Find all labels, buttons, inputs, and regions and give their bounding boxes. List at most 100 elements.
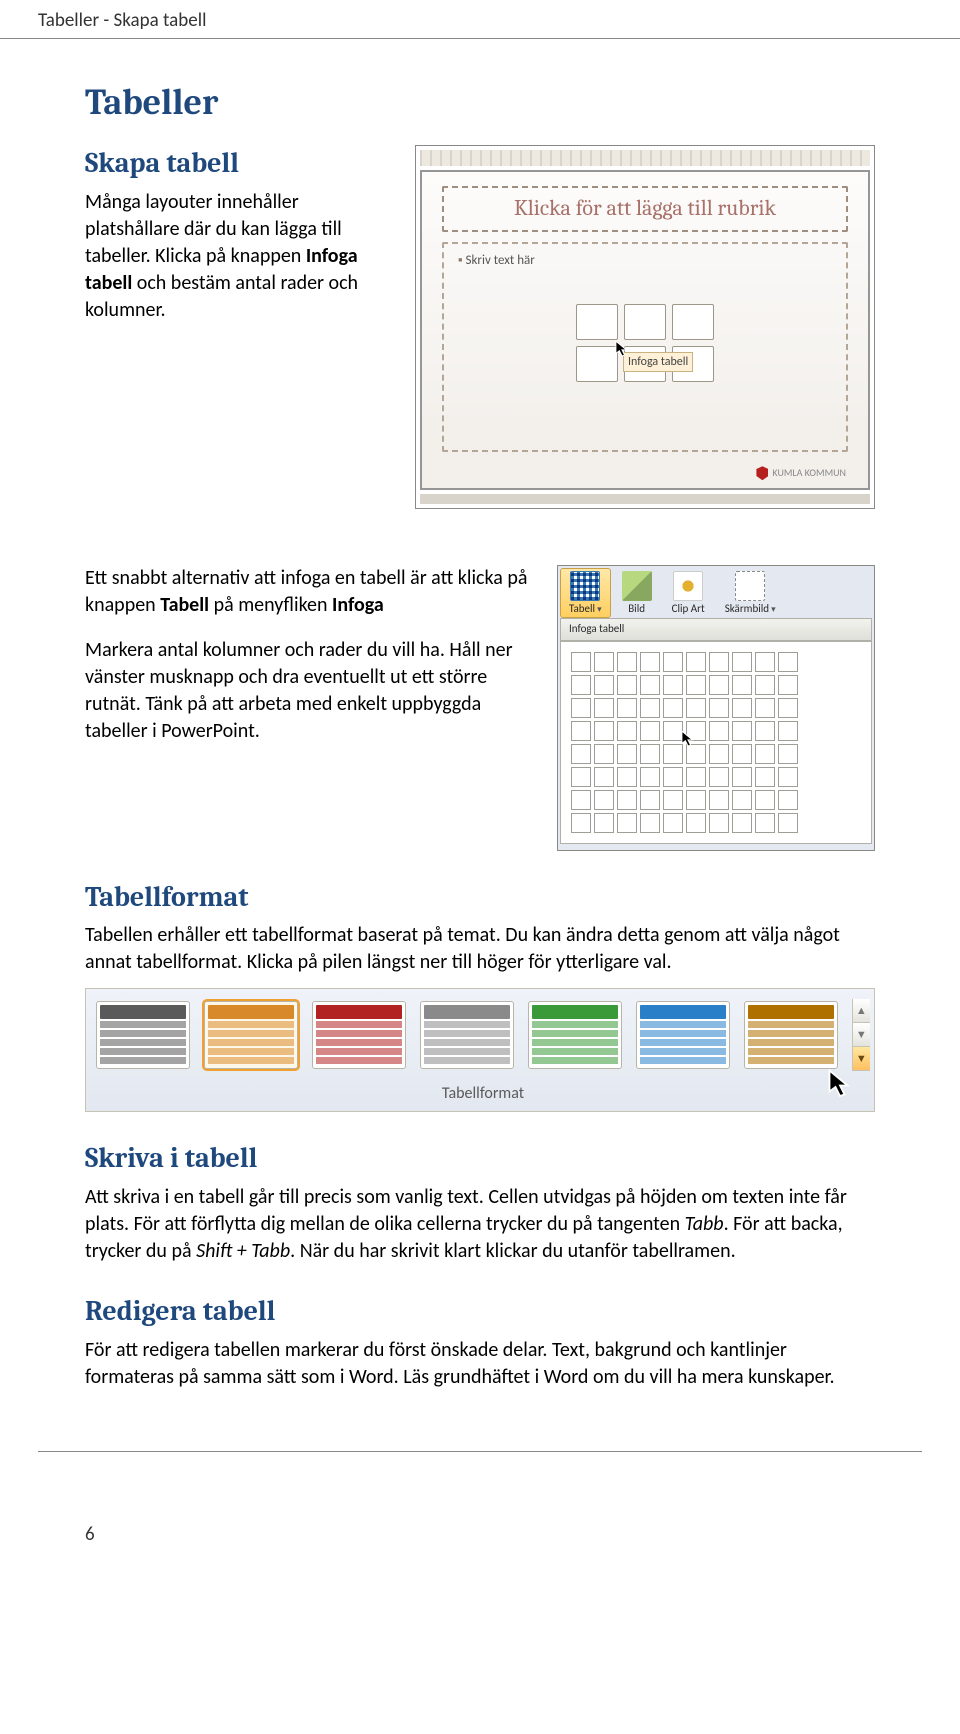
- grid-cell[interactable]: [594, 721, 614, 741]
- grid-cell[interactable]: [663, 790, 683, 810]
- grid-cell[interactable]: [571, 744, 591, 764]
- grid-cell[interactable]: [778, 790, 798, 810]
- table-style-swatch[interactable]: [744, 1001, 838, 1069]
- grid-cell[interactable]: [663, 813, 683, 833]
- insert-table-icon[interactable]: [576, 304, 618, 340]
- grid-cell[interactable]: [617, 767, 637, 787]
- grid-cell[interactable]: [755, 813, 775, 833]
- grid-cell[interactable]: [640, 721, 660, 741]
- table-size-grid[interactable]: [560, 641, 872, 844]
- grid-cell[interactable]: [571, 652, 591, 672]
- grid-cell[interactable]: [709, 675, 729, 695]
- grid-cell[interactable]: [709, 721, 729, 741]
- grid-cell[interactable]: [709, 790, 729, 810]
- grid-cell[interactable]: [686, 813, 706, 833]
- grid-cell[interactable]: [732, 698, 752, 718]
- grid-cell[interactable]: [640, 698, 660, 718]
- grid-cell[interactable]: [617, 675, 637, 695]
- grid-cell[interactable]: [778, 767, 798, 787]
- grid-cell[interactable]: [571, 675, 591, 695]
- grid-cell[interactable]: [594, 790, 614, 810]
- grid-cell[interactable]: [732, 790, 752, 810]
- grid-cell[interactable]: [686, 675, 706, 695]
- grid-cell[interactable]: [709, 813, 729, 833]
- grid-cell[interactable]: [732, 767, 752, 787]
- grid-cell[interactable]: [686, 698, 706, 718]
- grid-cell[interactable]: [755, 721, 775, 741]
- grid-cell[interactable]: [663, 675, 683, 695]
- grid-cell[interactable]: [778, 813, 798, 833]
- grid-cell[interactable]: [617, 790, 637, 810]
- grid-cell[interactable]: [663, 652, 683, 672]
- grid-cell[interactable]: [640, 767, 660, 787]
- grid-cell[interactable]: [663, 767, 683, 787]
- grid-cell[interactable]: [571, 698, 591, 718]
- title-placeholder[interactable]: Klicka för att lägga till rubrik: [442, 186, 848, 232]
- grid-cell[interactable]: [594, 698, 614, 718]
- grid-cell[interactable]: [571, 721, 591, 741]
- grid-cell[interactable]: [686, 652, 706, 672]
- ribbon-button-tabell[interactable]: Tabell: [560, 568, 611, 618]
- table-style-swatch[interactable]: [636, 1001, 730, 1069]
- grid-cell[interactable]: [617, 813, 637, 833]
- grid-cell[interactable]: [663, 721, 683, 741]
- grid-cell[interactable]: [778, 744, 798, 764]
- grid-cell[interactable]: [663, 698, 683, 718]
- grid-cell[interactable]: [571, 813, 591, 833]
- ribbon-button-skarm[interactable]: Skärmbild: [716, 568, 785, 618]
- cell-grid: [571, 652, 861, 833]
- grid-cell[interactable]: [732, 744, 752, 764]
- insert-smartart-icon[interactable]: [672, 304, 714, 340]
- grid-cell[interactable]: [755, 744, 775, 764]
- grid-cell[interactable]: [709, 767, 729, 787]
- grid-cell[interactable]: [755, 767, 775, 787]
- ribbon-button-clip[interactable]: Clip Art: [663, 568, 714, 618]
- gallery-more-button[interactable]: ▼: [853, 1047, 870, 1071]
- grid-cell[interactable]: [640, 813, 660, 833]
- table-style-swatch[interactable]: [528, 1001, 622, 1069]
- grid-cell[interactable]: [709, 652, 729, 672]
- table-style-swatch[interactable]: [312, 1001, 406, 1069]
- grid-cell[interactable]: [755, 698, 775, 718]
- gallery-down-button[interactable]: ▼: [853, 1023, 870, 1047]
- grid-cell[interactable]: [594, 813, 614, 833]
- insert-picture-icon[interactable]: [576, 346, 618, 382]
- table-style-swatch[interactable]: [204, 1001, 298, 1069]
- grid-cell[interactable]: [571, 790, 591, 810]
- ribbon-button-bild[interactable]: Bild: [613, 568, 661, 618]
- grid-cell[interactable]: [686, 767, 706, 787]
- grid-cell[interactable]: [594, 675, 614, 695]
- grid-cell[interactable]: [617, 721, 637, 741]
- grid-cell[interactable]: [594, 744, 614, 764]
- grid-cell[interactable]: [732, 675, 752, 695]
- grid-cell[interactable]: [755, 652, 775, 672]
- grid-cell[interactable]: [778, 721, 798, 741]
- table-style-swatch[interactable]: [420, 1001, 514, 1069]
- grid-cell[interactable]: [617, 652, 637, 672]
- content-placeholder[interactable]: Skriv text här Infoga tabell: [442, 242, 848, 452]
- grid-cell[interactable]: [571, 767, 591, 787]
- grid-cell[interactable]: [732, 813, 752, 833]
- grid-cell[interactable]: [594, 767, 614, 787]
- grid-cell[interactable]: [640, 652, 660, 672]
- grid-cell[interactable]: [640, 790, 660, 810]
- grid-cell[interactable]: [594, 652, 614, 672]
- grid-cell[interactable]: [709, 698, 729, 718]
- grid-cell[interactable]: [617, 744, 637, 764]
- table-style-swatch[interactable]: [96, 1001, 190, 1069]
- insert-chart-icon[interactable]: [624, 304, 666, 340]
- grid-cell[interactable]: [617, 698, 637, 718]
- grid-cell[interactable]: [640, 744, 660, 764]
- grid-cell[interactable]: [778, 675, 798, 695]
- grid-cell[interactable]: [640, 675, 660, 695]
- grid-cell[interactable]: [755, 790, 775, 810]
- grid-cell[interactable]: [663, 744, 683, 764]
- grid-cell[interactable]: [778, 698, 798, 718]
- grid-cell[interactable]: [709, 744, 729, 764]
- grid-cell[interactable]: [778, 652, 798, 672]
- gallery-up-button[interactable]: ▲: [853, 999, 870, 1023]
- grid-cell[interactable]: [686, 790, 706, 810]
- grid-cell[interactable]: [732, 652, 752, 672]
- grid-cell[interactable]: [755, 675, 775, 695]
- grid-cell[interactable]: [732, 721, 752, 741]
